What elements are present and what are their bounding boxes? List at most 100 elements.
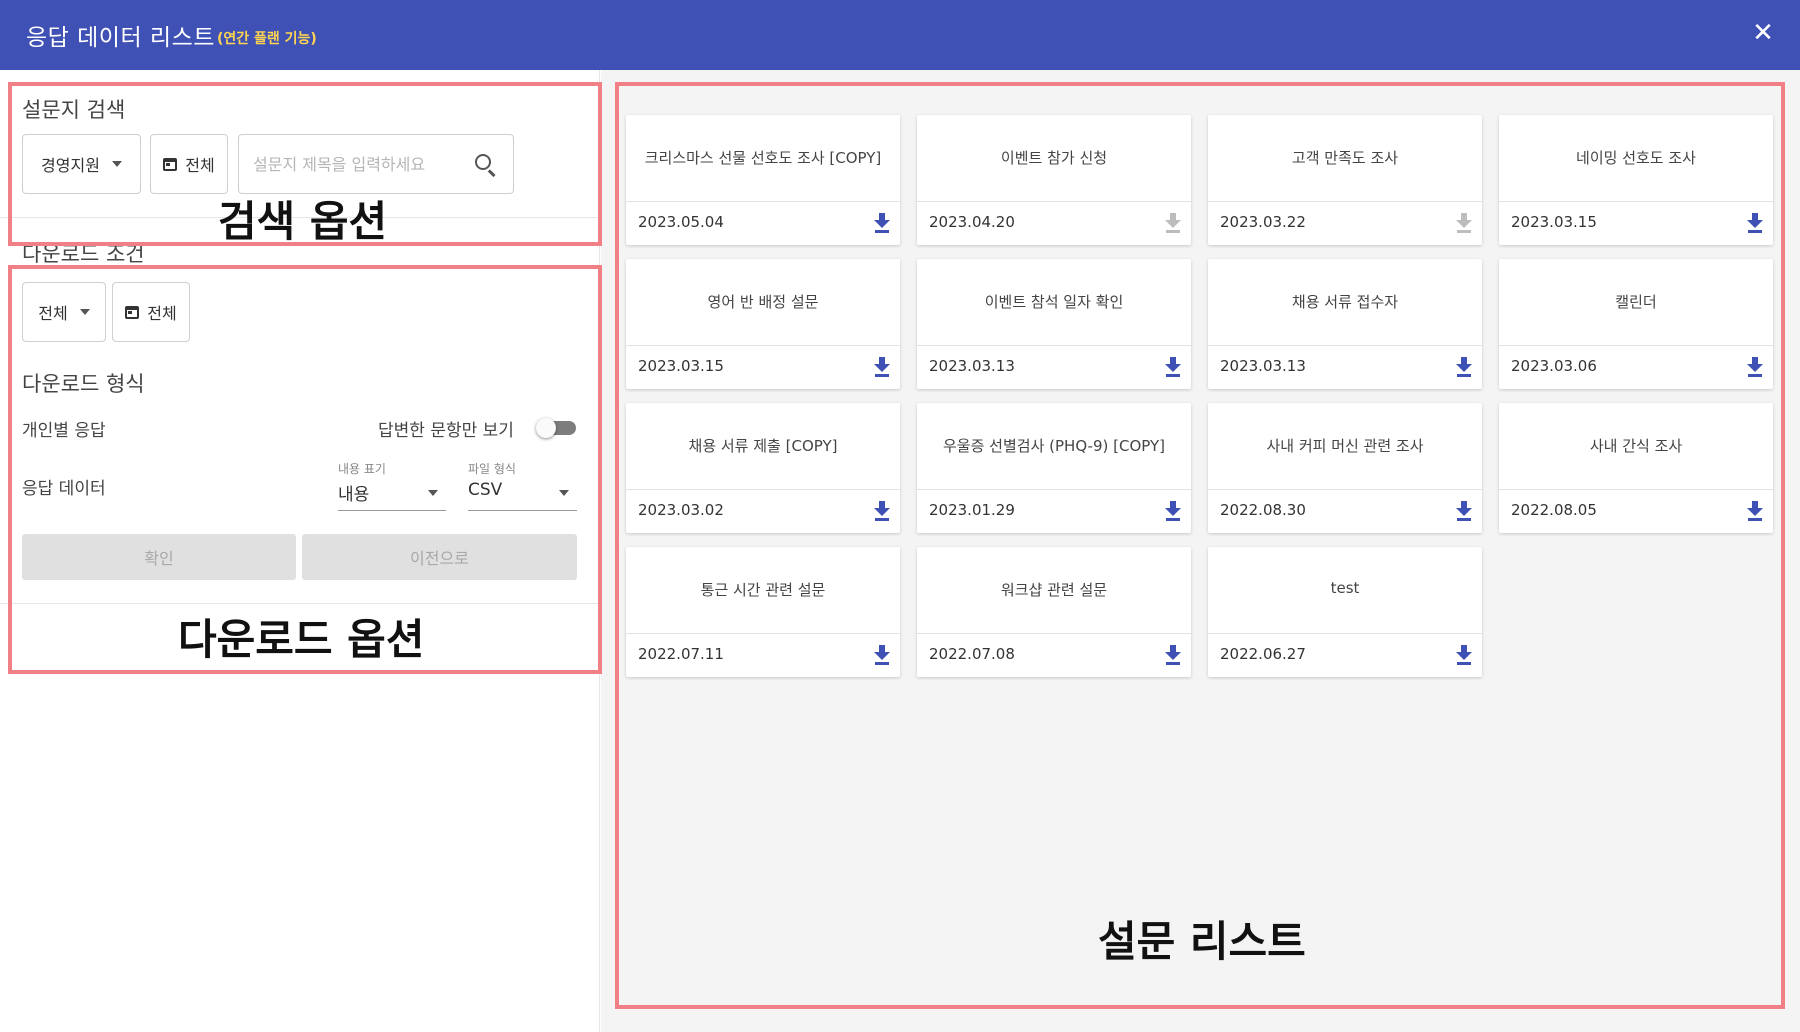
download-icon[interactable]	[1747, 213, 1763, 233]
survey-title: 사내 커피 머신 관련 조사	[1266, 437, 1424, 455]
answered-only-label: 답변한 문항만 보기	[378, 421, 514, 441]
survey-card[interactable]: 사내 간식 조사 2022.08.05	[1499, 403, 1773, 533]
download-icon[interactable]	[1456, 357, 1472, 377]
download-icon[interactable]	[1456, 645, 1472, 665]
survey-date: 2023.05.04	[638, 213, 724, 231]
condition-dropdown[interactable]: 전체	[22, 282, 106, 342]
download-icon-base	[1166, 374, 1180, 377]
survey-card[interactable]: test 2022.06.27	[1208, 547, 1482, 677]
survey-card[interactable]: 캘린더 2023.03.06	[1499, 259, 1773, 389]
download-icon[interactable]	[1165, 213, 1181, 233]
survey-date: 2023.03.22	[1220, 213, 1306, 231]
download-icon[interactable]	[874, 645, 890, 665]
toggle-knob	[536, 418, 556, 438]
download-icon-head	[1747, 508, 1763, 516]
chevron-down-icon	[559, 490, 569, 496]
survey-date: 2023.01.29	[929, 501, 1015, 519]
download-condition-label: 다운로드 조건	[22, 242, 145, 266]
download-icon[interactable]	[1165, 645, 1181, 665]
survey-card[interactable]: 워크샵 관련 설문 2022.07.08	[917, 547, 1191, 677]
dialog-subtitle: (연간 플랜 기능)	[217, 31, 317, 47]
answered-only-toggle[interactable]	[536, 418, 578, 438]
download-icon[interactable]	[1456, 213, 1472, 233]
individual-response-label: 개인별 응답	[22, 421, 106, 441]
survey-card[interactable]: 채용 서류 제출 [COPY] 2023.03.02	[626, 403, 900, 533]
department-value: 경영지원	[41, 156, 100, 175]
download-icon-base	[1457, 662, 1471, 665]
search-section-label: 설문지 검색	[22, 98, 126, 122]
survey-title: test	[1330, 579, 1360, 597]
survey-title: 채용 서류 제출 [COPY]	[688, 437, 838, 455]
survey-title: 캘린더	[1615, 293, 1657, 311]
search-input[interactable]	[253, 149, 463, 179]
content-select[interactable]: 내용	[338, 478, 446, 511]
card-divider	[917, 489, 1191, 490]
download-icon-head	[874, 364, 890, 372]
survey-title: 채용 서류 접수자	[1291, 293, 1399, 311]
condition-date-button[interactable]: 전체	[112, 282, 190, 342]
download-icon-head	[1165, 220, 1181, 228]
survey-card[interactable]: 이벤트 참석 일자 확인 2023.03.13	[917, 259, 1191, 389]
survey-card[interactable]: 사내 커피 머신 관련 조사 2022.08.30	[1208, 403, 1482, 533]
download-icon-head	[1165, 508, 1181, 516]
department-dropdown[interactable]: 경영지원	[22, 134, 141, 194]
condition-date-value: 전체	[147, 304, 177, 323]
survey-date: 2023.04.20	[929, 213, 1015, 231]
download-icon[interactable]	[874, 357, 890, 377]
survey-card[interactable]: 통근 시간 관련 설문 2022.07.11	[626, 547, 900, 677]
download-icon[interactable]	[1165, 501, 1181, 521]
survey-card[interactable]: 고객 만족도 조사 2023.03.22	[1208, 115, 1482, 245]
divider	[0, 603, 600, 604]
survey-title: 크리스마스 선물 선호도 조사 [COPY]	[644, 149, 882, 167]
download-icon-base	[1166, 518, 1180, 521]
survey-title: 영어 반 배정 설문	[707, 293, 819, 311]
survey-card[interactable]: 채용 서류 접수자 2023.03.13	[1208, 259, 1482, 389]
download-icon[interactable]	[874, 213, 890, 233]
download-icon-base	[875, 230, 889, 233]
survey-list-panel: 크리스마스 선물 선호도 조사 [COPY] 2023.05.04 이벤트 참가 신…	[601, 70, 1800, 1032]
download-icon[interactable]	[1747, 501, 1763, 521]
card-divider	[626, 633, 900, 634]
content-caption: 내용 표기	[338, 462, 386, 476]
download-icon[interactable]	[1165, 357, 1181, 377]
download-icon-head	[1747, 220, 1763, 228]
download-icon[interactable]	[1456, 501, 1472, 521]
download-icon-head	[1456, 364, 1472, 372]
calendar-icon	[125, 305, 140, 319]
card-divider	[1208, 633, 1482, 634]
download-icon-head	[1165, 364, 1181, 372]
survey-date: 2022.08.30	[1220, 501, 1306, 519]
close-icon[interactable]: ✕	[1748, 18, 1778, 48]
download-icon-head	[1456, 220, 1472, 228]
download-icon[interactable]	[874, 501, 890, 521]
card-divider	[917, 201, 1191, 202]
survey-date: 2022.06.27	[1220, 645, 1306, 663]
survey-card[interactable]: 우울증 선별검사 (PHQ-9) [COPY] 2023.01.29	[917, 403, 1191, 533]
card-divider	[1208, 345, 1482, 346]
file-format-select[interactable]: CSV	[468, 478, 577, 511]
response-data-label: 응답 데이터	[22, 479, 106, 499]
back-button[interactable]: 이전으로	[302, 534, 577, 580]
survey-title: 통근 시간 관련 설문	[700, 581, 826, 599]
download-icon-head	[874, 220, 890, 228]
survey-date: 2023.03.02	[638, 501, 724, 519]
survey-title: 사내 간식 조사	[1589, 437, 1683, 455]
search-date-button[interactable]: 전체	[150, 134, 228, 194]
confirm-button[interactable]: 확인	[22, 534, 296, 580]
dialog-title: 응답 데이터 리스트	[26, 25, 215, 51]
download-icon[interactable]	[1747, 357, 1763, 377]
card-divider	[917, 633, 1191, 634]
survey-card[interactable]: 크리스마스 선물 선호도 조사 [COPY] 2023.05.04	[626, 115, 900, 245]
download-icon-head	[1165, 652, 1181, 660]
survey-card[interactable]: 네이밍 선호도 조사 2023.03.15	[1499, 115, 1773, 245]
survey-card[interactable]: 영어 반 배정 설문 2023.03.15	[626, 259, 900, 389]
survey-title: 이벤트 참가 신청	[1000, 149, 1108, 167]
search-icon[interactable]	[475, 154, 491, 170]
card-divider	[1208, 489, 1482, 490]
download-icon-head	[1456, 508, 1472, 516]
survey-card[interactable]: 이벤트 참가 신청 2023.04.20	[917, 115, 1191, 245]
survey-date: 2023.03.06	[1511, 357, 1597, 375]
survey-title: 고객 만족도 조사	[1291, 149, 1399, 167]
search-field	[238, 134, 514, 194]
card-divider	[1499, 345, 1773, 346]
